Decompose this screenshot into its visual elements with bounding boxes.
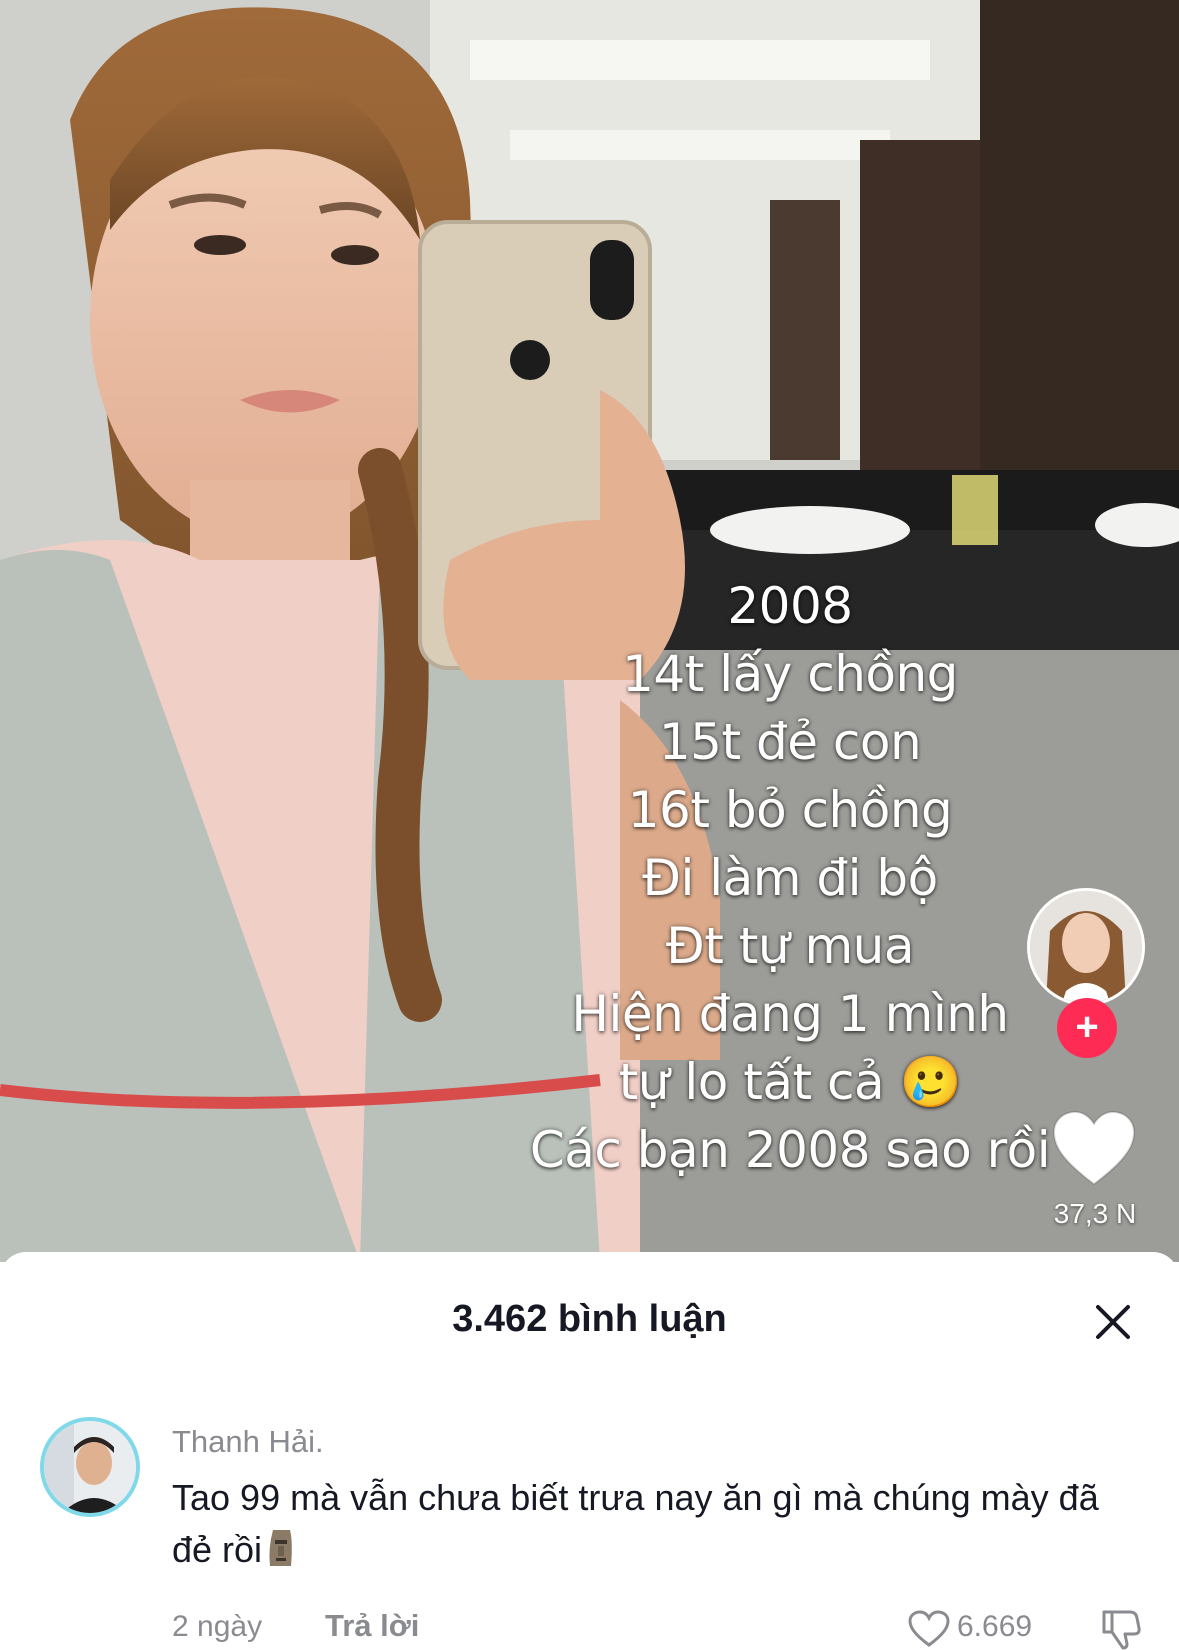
caption-line: Đi làm đi bộ xyxy=(642,849,938,907)
reply-button[interactable]: Trả lời xyxy=(325,1608,419,1644)
comment-like-count: 6.669 xyxy=(957,1610,1033,1643)
comment-body: Tao 99 mà vẫn chưa biết trưa nay ăn gì m… xyxy=(172,1477,1099,1570)
video-player[interactable]: 2008 14t lấy chồng 15t đẻ con 16t bỏ chồ… xyxy=(0,0,1179,1262)
comment-username[interactable]: Thanh Hải. xyxy=(172,1424,324,1460)
caption-line: Đt tự mua xyxy=(666,917,914,975)
caption-line: Hiện đang 1 mình xyxy=(571,985,1009,1043)
heart-icon[interactable] xyxy=(1052,1110,1136,1188)
avatar[interactable] xyxy=(40,1417,140,1517)
moai-icon xyxy=(269,1530,292,1566)
caption-line: 14t lấy chồng xyxy=(622,645,958,703)
like-count: 37,3 N xyxy=(1053,1198,1137,1229)
heart-outline-icon[interactable] xyxy=(908,1610,950,1648)
plus-icon: + xyxy=(1075,1005,1099,1049)
video-caption-overlay: 2008 14t lấy chồng 15t đẻ con 16t bỏ chồ… xyxy=(500,572,1080,1184)
close-icon[interactable] xyxy=(1094,1303,1132,1341)
comment-text: Tao 99 mà vẫn chưa biết trưa nay ăn gì m… xyxy=(172,1472,1132,1576)
caption-line: Các bạn 2008 sao rồi xyxy=(529,1121,1051,1179)
comment-timestamp: 2 ngày xyxy=(172,1610,263,1643)
creator-avatar-image xyxy=(1030,891,1142,1003)
dislike-icon[interactable] xyxy=(1100,1608,1142,1650)
caption-line: 15t đẻ con xyxy=(658,713,922,771)
comments-sheet: 3.462 bình luận Thanh Hải. Tao 99 mà vẫn… xyxy=(0,1252,1179,1650)
follow-button[interactable]: + xyxy=(1057,998,1117,1058)
creator-avatar[interactable] xyxy=(1027,888,1145,1006)
caption-line: 16t bỏ chồng xyxy=(627,781,953,839)
caption-line: tự lo tất cả 🥲 xyxy=(618,1053,962,1111)
caption-line: 2008 xyxy=(727,577,853,635)
avatar-image xyxy=(44,1421,136,1513)
comments-count-title: 3.462 bình luận xyxy=(452,1298,727,1340)
